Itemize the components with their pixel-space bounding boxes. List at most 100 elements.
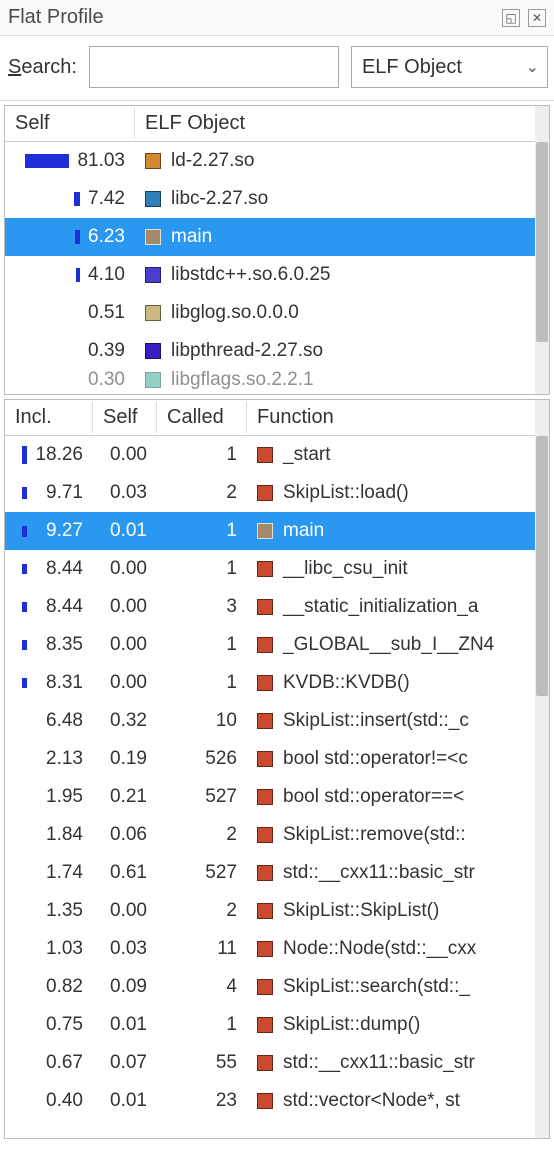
color-swatch-icon: [257, 713, 273, 729]
table-row[interactable]: 0.30 libgflags.so.2.2.1: [5, 370, 535, 390]
incl-value: 8.44: [33, 596, 83, 618]
objects-scrollbar[interactable]: [535, 106, 549, 394]
search-input[interactable]: [89, 46, 339, 88]
color-swatch-icon: [145, 229, 161, 245]
table-row[interactable]: 1.950.21527bool std::operator==<: [5, 778, 535, 816]
table-row[interactable]: 0.670.0755std::__cxx11::basic_str: [5, 1044, 535, 1082]
self-value: 0.39: [88, 340, 125, 362]
incl-value: 0.82: [33, 976, 83, 998]
table-row[interactable]: 18.260.001_start: [5, 436, 535, 474]
cell-function: Node::Node(std::__cxx: [247, 938, 535, 960]
detach-icon[interactable]: ◱: [502, 9, 520, 27]
cell-elf-object: libc-2.27.so: [135, 188, 535, 210]
self-value: 0.51: [88, 302, 125, 324]
col-header-elf-object[interactable]: ELF Object: [135, 108, 535, 139]
incl-value: 8.35: [33, 634, 83, 656]
cell-incl: 1.03: [5, 938, 93, 960]
cell-elf-object: libgflags.so.2.2.1: [135, 369, 535, 391]
table-row[interactable]: 0.51 libglog.so.0.0.0: [5, 294, 535, 332]
objects-panel: Self ELF Object 81.03ld-2.27.so7.42libc-…: [4, 105, 550, 395]
col-header-self[interactable]: Self: [5, 108, 135, 139]
incl-value: 0.75: [33, 1014, 83, 1036]
cell-elf-object: libstdc++.so.6.0.25: [135, 264, 535, 286]
table-row[interactable]: 8.440.001__libc_csu_init: [5, 550, 535, 588]
table-row[interactable]: 8.440.003__static_initialization_a: [5, 588, 535, 626]
table-row[interactable]: 1.740.61527std::__cxx11::basic_str: [5, 854, 535, 892]
table-row[interactable]: 1.030.0311Node::Node(std::__cxx: [5, 930, 535, 968]
color-swatch-icon: [257, 523, 273, 539]
table-row[interactable]: 6.480.3210SkipList::insert(std::_c: [5, 702, 535, 740]
cell-self: 6.23: [5, 226, 135, 248]
color-swatch-icon: [257, 599, 273, 615]
cell-function: SkipList::load(): [247, 482, 535, 504]
object-name: libglog.so.0.0.0: [171, 302, 299, 324]
color-swatch-icon: [257, 1055, 273, 1071]
cell-incl: 8.44: [5, 558, 93, 580]
table-row[interactable]: 2.130.19526bool std::operator!=<c: [5, 740, 535, 778]
cell-self: 0.30: [5, 369, 135, 391]
color-swatch-icon: [257, 561, 273, 577]
close-icon[interactable]: ✕: [528, 9, 546, 27]
functions-scrollbar[interactable]: [535, 400, 549, 1138]
incl-value: 1.74: [33, 862, 83, 884]
object-name: libstdc++.so.6.0.25: [171, 264, 331, 286]
cell-called: 2: [157, 482, 247, 504]
cell-self: 0.21: [93, 786, 157, 808]
cell-elf-object: libpthread-2.27.so: [135, 340, 535, 362]
table-row[interactable]: 1.840.062SkipList::remove(std::: [5, 816, 535, 854]
cell-self: 0.09: [93, 976, 157, 998]
incl-value: 1.95: [33, 786, 83, 808]
cell-self: 0.00: [93, 634, 157, 656]
cell-called: 1: [157, 444, 247, 466]
table-row[interactable]: 81.03ld-2.27.so: [5, 142, 535, 180]
col-header-incl[interactable]: Incl.: [5, 402, 93, 433]
table-row[interactable]: 0.39 libpthread-2.27.so: [5, 332, 535, 370]
weight-bar: [22, 446, 27, 464]
object-name: libgflags.so.2.2.1: [171, 369, 314, 391]
color-swatch-icon: [257, 447, 273, 463]
table-row[interactable]: 0.820.094SkipList::search(std::_: [5, 968, 535, 1006]
cell-function: bool std::operator==<: [247, 786, 535, 808]
self-value: 81.03: [77, 150, 125, 172]
incl-value: 1.35: [33, 900, 83, 922]
weight-bar: [76, 268, 80, 282]
cell-function: std::vector<Node*, st: [247, 1090, 535, 1112]
function-name: SkipList::dump(): [283, 1014, 420, 1036]
table-row[interactable]: 9.270.011main: [5, 512, 535, 550]
cell-self: 0.00: [93, 444, 157, 466]
self-value: 0.30: [88, 369, 125, 391]
self-value: 6.23: [88, 226, 125, 248]
table-row[interactable]: 4.10 libstdc++.so.6.0.25: [5, 256, 535, 294]
incl-value: 18.26: [33, 444, 83, 466]
col-header-self2[interactable]: Self: [93, 402, 157, 433]
table-row[interactable]: 0.400.0123std::vector<Node*, st: [5, 1082, 535, 1120]
cell-function: KVDB::KVDB(): [247, 672, 535, 694]
function-name: bool std::operator!=<c: [283, 748, 468, 770]
color-swatch-icon: [145, 343, 161, 359]
table-row[interactable]: 8.350.001_GLOBAL__sub_I__ZN4: [5, 626, 535, 664]
table-row[interactable]: 6.23 main: [5, 218, 535, 256]
function-name: SkipList::remove(std::: [283, 824, 466, 846]
color-swatch-icon: [257, 979, 273, 995]
cell-called: 3: [157, 596, 247, 618]
table-row[interactable]: 9.710.032SkipList::load(): [5, 474, 535, 512]
incl-value: 8.44: [33, 558, 83, 580]
object-name: main: [171, 226, 212, 248]
scroll-thumb[interactable]: [536, 436, 548, 696]
scroll-thumb[interactable]: [536, 142, 548, 342]
weight-bar: [75, 230, 80, 244]
cell-incl: 6.48: [5, 710, 93, 732]
group-dropdown[interactable]: ELF Object ⌄: [351, 46, 548, 88]
cell-self: 0.00: [93, 596, 157, 618]
table-row[interactable]: 0.750.011SkipList::dump(): [5, 1006, 535, 1044]
table-row[interactable]: 7.42libc-2.27.so: [5, 180, 535, 218]
cell-self: 4.10: [5, 264, 135, 286]
col-header-called[interactable]: Called: [157, 402, 247, 433]
table-row[interactable]: 8.310.001KVDB::KVDB(): [5, 664, 535, 702]
cell-incl: 0.67: [5, 1052, 93, 1074]
col-header-function[interactable]: Function: [247, 402, 535, 433]
table-row[interactable]: 1.350.002SkipList::SkipList(): [5, 892, 535, 930]
group-dropdown-value: ELF Object: [362, 56, 462, 79]
function-name: std::__cxx11::basic_str: [283, 1052, 475, 1074]
cell-function: SkipList::dump(): [247, 1014, 535, 1036]
